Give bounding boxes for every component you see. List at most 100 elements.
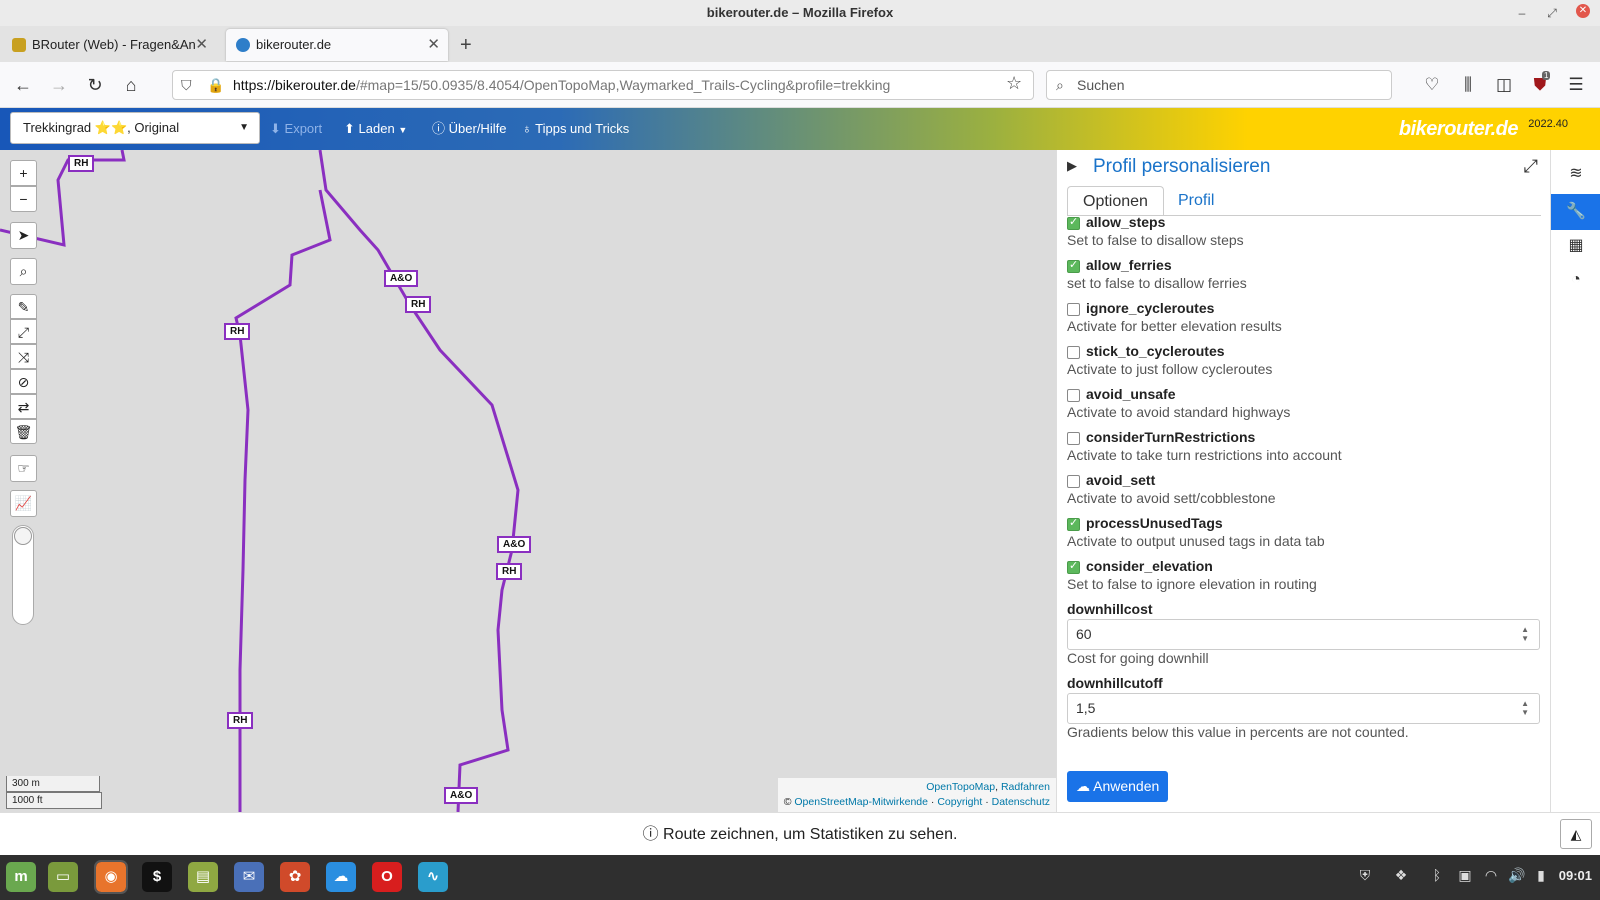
wifi-icon[interactable]: ◠: [1480, 867, 1502, 884]
security-shield-icon[interactable]: ⛨: [1354, 867, 1376, 884]
reverse-route-icon[interactable]: ⇄: [10, 394, 37, 419]
reload-icon[interactable]: ↻: [82, 72, 108, 98]
downhillcost-input[interactable]: 60 ▲ ▼: [1067, 619, 1540, 650]
tab-close-icon[interactable]: ✕: [195, 29, 208, 61]
opera-icon[interactable]: O: [372, 862, 402, 892]
mint-menu-icon[interactable]: m: [6, 862, 36, 892]
draw-route-icon[interactable]: ✎: [10, 294, 37, 319]
trash-icon[interactable]: 🗑: [10, 419, 37, 444]
spinner-icon[interactable]: ▲ ▼: [1521, 699, 1529, 717]
search-input[interactable]: ⌕ Suchen: [1046, 70, 1392, 100]
option-checkbox[interactable]: [1067, 303, 1080, 316]
forward-icon[interactable]: →: [46, 72, 72, 98]
version-label: 2022.40: [1528, 118, 1568, 130]
apply-button[interactable]: ☁ Anwenden: [1067, 771, 1169, 802]
option-name[interactable]: allow_ferries: [1086, 257, 1172, 273]
firefox-icon[interactable]: ◉: [94, 860, 128, 894]
dropbox-icon[interactable]: ❖: [1390, 867, 1412, 884]
url-bar[interactable]: ⛉ 🔒 https://bikerouter.de/#map=15/50.093…: [172, 70, 1034, 100]
maximize-icon[interactable]: ⤢: [1542, 3, 1562, 23]
tips-label: Tipps und Tricks: [535, 121, 630, 136]
option-checkbox[interactable]: [1067, 516, 1080, 531]
search-map-icon[interactable]: ⌕: [10, 258, 37, 285]
option-name[interactable]: avoid_sett: [1086, 472, 1155, 488]
option-checkbox[interactable]: [1067, 432, 1080, 445]
elevation-toggle-button[interactable]: ◭: [1560, 819, 1592, 849]
window-close-icon[interactable]: ✕: [1576, 4, 1590, 18]
draw-line-icon[interactable]: ⤢: [10, 319, 37, 344]
new-tab-icon[interactable]: +: [460, 34, 472, 57]
option-name[interactable]: allow_steps: [1086, 214, 1165, 230]
option-checkbox[interactable]: [1067, 258, 1080, 273]
locate-icon[interactable]: ➤: [10, 222, 37, 249]
spinner-icon[interactable]: ▲ ▼: [1521, 625, 1529, 643]
option-name[interactable]: consider_elevation: [1086, 558, 1213, 574]
opentopomap-link[interactable]: OpenTopoMap: [926, 781, 995, 793]
minimize-icon[interactable]: –: [1512, 3, 1532, 23]
bookmark-star-icon[interactable]: ☆: [1006, 73, 1022, 94]
monitor-icon[interactable]: ∿: [418, 862, 448, 892]
photos-icon[interactable]: ✿: [280, 862, 310, 892]
option-name[interactable]: processUnusedTags: [1086, 515, 1223, 531]
profile-select[interactable]: Trekkingrad ⭐⭐, Original ▼: [10, 112, 260, 144]
export-menu[interactable]: ⬇ Export: [270, 108, 322, 150]
hamburger-menu-icon[interactable]: ☰: [1564, 73, 1588, 97]
tab-profil[interactable]: Profil: [1163, 186, 1229, 216]
library-icon[interactable]: ⫼: [1456, 73, 1480, 97]
show-desktop-icon[interactable]: ▭: [48, 862, 78, 892]
expand-icon[interactable]: ⤢: [1524, 156, 1538, 177]
bluetooth-icon[interactable]: ᛒ: [1426, 867, 1448, 883]
option-name[interactable]: ignore_cycleroutes: [1086, 300, 1214, 316]
option-checkbox[interactable]: [1067, 559, 1080, 574]
load-menu[interactable]: ⬆ Laden ▼: [344, 108, 407, 150]
about-help-menu[interactable]: ⓘ Über/Hilfe: [432, 108, 506, 150]
option-name[interactable]: considerTurnRestrictions: [1086, 429, 1255, 445]
tips-menu[interactable]: ♁ Tipps und Tricks: [522, 108, 629, 150]
share-icon[interactable]: ☞: [10, 455, 37, 482]
pocket-icon[interactable]: ♡: [1420, 73, 1444, 97]
lock-icon[interactable]: 🔒: [207, 71, 224, 99]
option-checkbox[interactable]: [1067, 346, 1080, 359]
table-icon[interactable]: ▦: [1551, 228, 1600, 264]
option-name[interactable]: stick_to_cycleroutes: [1086, 343, 1225, 359]
wrench-icon[interactable]: 🔧: [1551, 194, 1600, 230]
shield-icon[interactable]: ⛉: [181, 71, 192, 99]
cloud-icon[interactable]: ☁: [326, 862, 356, 892]
shuffle-icon[interactable]: ⤨: [10, 344, 37, 369]
layers-icon[interactable]: ≋: [1551, 156, 1600, 192]
map-canvas[interactable]: RH A&O RH RH A&O RH RH A&O + − ➤ ⌕ ✎ ⤢ ⤨…: [0, 150, 1056, 812]
option-checkbox[interactable]: [1067, 215, 1080, 230]
opacity-slider-handle[interactable]: [14, 527, 32, 545]
elevation-chart-icon[interactable]: 📈: [10, 490, 37, 517]
panel-title[interactable]: Profil personalisieren: [1093, 156, 1270, 178]
tab-optionen[interactable]: Optionen: [1067, 186, 1164, 216]
opacity-slider[interactable]: [12, 525, 34, 625]
caret-right-icon[interactable]: ▶: [1067, 158, 1077, 174]
copyright-link[interactable]: Copyright: [937, 796, 982, 808]
pie-chart-icon[interactable]: ◔: [1551, 262, 1600, 298]
tab-brouter-forum[interactable]: BRouter (Web) - Fragen&An ✕: [2, 29, 216, 61]
osm-link[interactable]: OpenStreetMap-Mitwirkende: [794, 796, 928, 808]
radfahren-link[interactable]: Radfahren: [1001, 781, 1050, 793]
no-go-area-icon[interactable]: ⊘: [10, 369, 37, 394]
home-icon[interactable]: ⌂: [118, 72, 144, 98]
bikerouter-logo[interactable]: bikerouter.de: [1399, 118, 1519, 141]
mail-icon[interactable]: ✉: [234, 862, 264, 892]
tab-bikerouter[interactable]: bikerouter.de ✕: [226, 29, 448, 61]
option-checkbox[interactable]: [1067, 389, 1080, 402]
privacy-link[interactable]: Datenschutz: [992, 796, 1050, 808]
zoom-in-button[interactable]: +: [10, 160, 37, 186]
option-name[interactable]: avoid_unsafe: [1086, 386, 1175, 402]
downhillcutoff-input[interactable]: 1,5 ▲ ▼: [1067, 693, 1540, 724]
clock[interactable]: 09:01: [1559, 868, 1592, 883]
files-icon[interactable]: ▤: [188, 862, 218, 892]
network-icon[interactable]: ▣: [1454, 867, 1476, 884]
option-checkbox[interactable]: [1067, 475, 1080, 488]
back-icon[interactable]: ←: [10, 72, 36, 98]
battery-icon[interactable]: ▮: [1530, 867, 1552, 884]
tab-close-icon[interactable]: ✕: [427, 29, 440, 61]
sidebar-icon[interactable]: ◫: [1492, 73, 1516, 97]
volume-icon[interactable]: 🔊: [1506, 867, 1528, 884]
terminal-icon[interactable]: $: [142, 862, 172, 892]
zoom-out-button[interactable]: −: [10, 186, 37, 212]
